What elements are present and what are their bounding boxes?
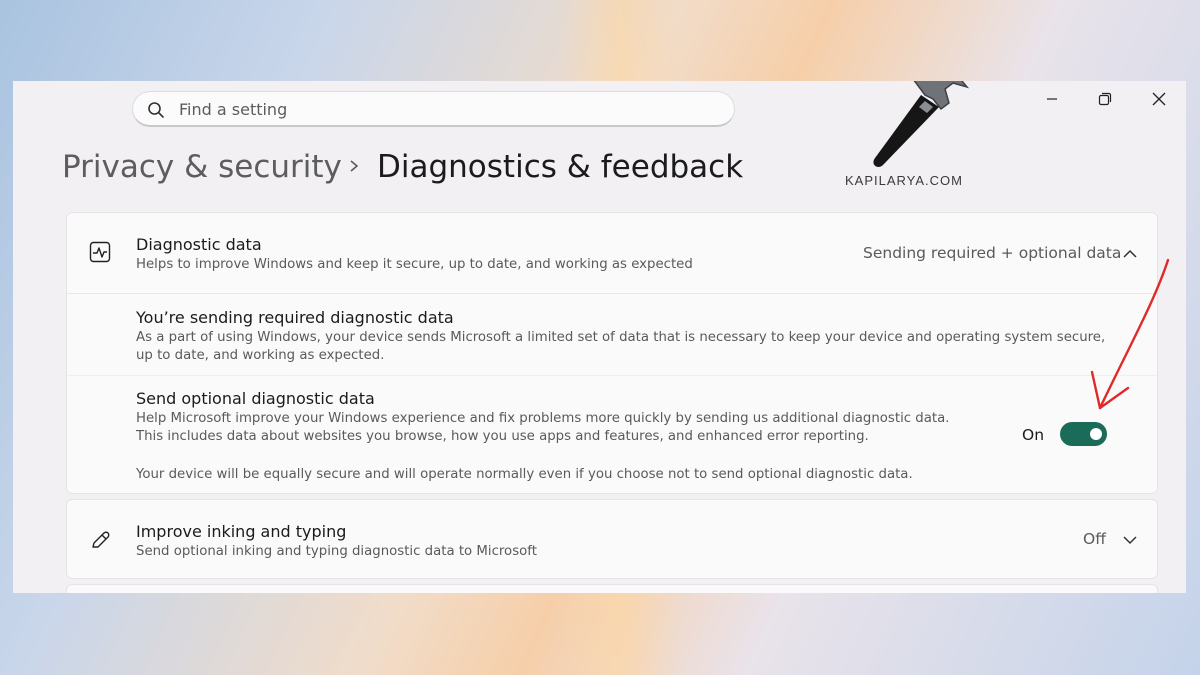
pen-icon [92,531,110,548]
breadcrumb-parent[interactable]: Privacy & security [62,149,342,185]
optional-data-description: Help Microsoft improve your Windows expe… [136,411,950,444]
hammer-logo-icon [873,81,970,168]
diagnostic-data-header[interactable]: Diagnostic data Helps to improve Windows… [67,213,1157,293]
next-setting-card[interactable] [66,584,1158,593]
required-data-title: You’re sending required diagnostic data [136,308,454,327]
divider [67,375,1157,376]
page-title: Diagnostics & feedback [377,149,744,185]
close-icon [1152,92,1166,106]
close-button[interactable] [1147,87,1171,111]
inking-description: Send optional inking and typing diagnost… [136,544,537,559]
divider [67,293,1157,294]
search-icon [148,102,164,118]
optional-data-note: Your device will be equally secure and w… [136,467,913,482]
optional-data-toggle-label: On [1022,426,1045,444]
inking-value: Off [1083,530,1106,548]
breadcrumb-chevron-icon [350,160,359,172]
minimize-icon [1047,98,1057,100]
restore-button[interactable] [1093,87,1117,111]
diagnostic-data-description: Helps to improve Windows and keep it sec… [136,257,693,272]
restore-icon [1098,92,1112,106]
toggle-knob [1090,428,1102,440]
inking-title: Improve inking and typing [136,522,347,541]
search-box[interactable]: Find a setting [132,91,735,127]
search-input[interactable]: Find a setting [179,100,287,119]
minimize-button[interactable] [1040,87,1064,111]
chevron-down-icon[interactable] [1122,532,1138,548]
annotation-arrow-icon [1090,258,1170,410]
required-data-description: As a part of using Windows, your device … [136,330,1106,363]
diagnostic-pulse-icon [89,241,111,263]
settings-window: Find a setting Privacy & security Diagno… [13,81,1186,593]
watermark-text: KAPILARYA.COM [845,173,963,188]
optional-data-toggle[interactable] [1060,422,1107,446]
optional-data-title: Send optional diagnostic data [136,389,375,408]
diagnostic-data-title: Diagnostic data [136,235,262,254]
inking-typing-card[interactable]: Improve inking and typing Send optional … [66,499,1158,579]
diagnostic-data-card: Diagnostic data Helps to improve Windows… [66,212,1158,494]
